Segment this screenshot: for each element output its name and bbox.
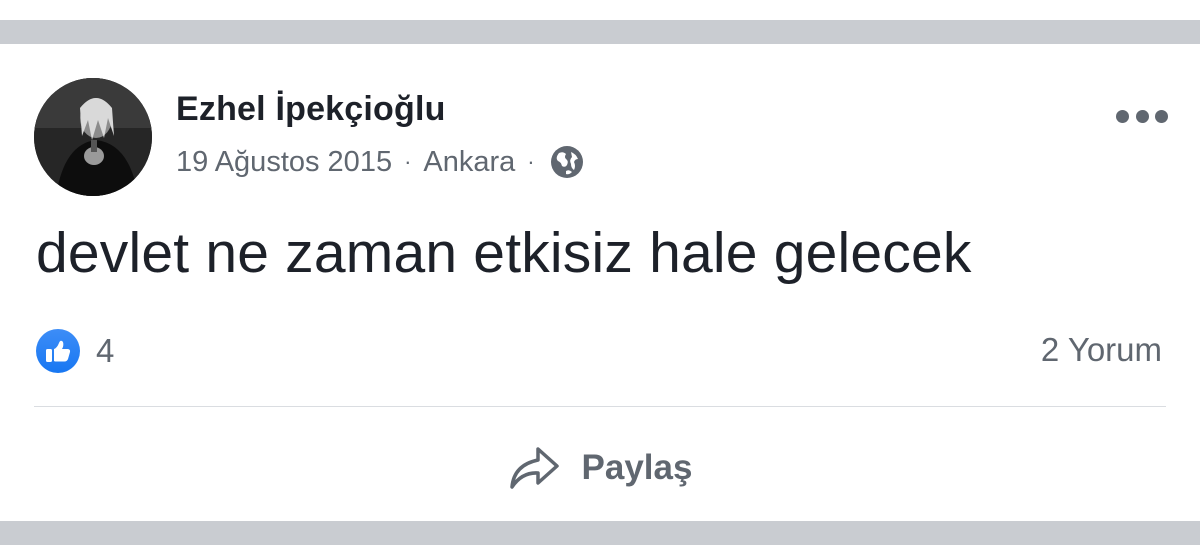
- share-button[interactable]: Paylaş: [0, 426, 1200, 510]
- avatar-photo: [34, 78, 152, 196]
- feed-separator-top: [0, 20, 1200, 44]
- reaction-count: 4: [96, 332, 115, 369]
- post-meta: 19 Ağustos 2015 · Ankara ·: [176, 144, 585, 180]
- divider: [34, 406, 1166, 407]
- share-label: Paylaş: [581, 448, 693, 487]
- globe-icon[interactable]: [549, 144, 585, 180]
- author-name[interactable]: Ezhel İpekçioğlu: [176, 90, 446, 129]
- reaction-summary[interactable]: 4: [36, 329, 114, 373]
- feed-separator-bottom: [0, 521, 1200, 545]
- more-options-icon[interactable]: [1116, 106, 1168, 126]
- post-card: Ezhel İpekçioğlu 19 Ağustos 2015 · Ankar…: [0, 44, 1200, 521]
- comment-count[interactable]: 2 Yorum: [1041, 331, 1162, 369]
- share-arrow-icon: [509, 447, 559, 489]
- meta-separator: ·: [404, 149, 412, 174]
- meta-separator: ·: [527, 149, 535, 174]
- post-text: devlet ne zaman etkisiz hale gelecek: [36, 221, 972, 285]
- avatar[interactable]: [34, 78, 152, 196]
- post-date[interactable]: 19 Ağustos 2015: [176, 146, 392, 179]
- post-location[interactable]: Ankara: [423, 146, 515, 179]
- like-icon: [36, 329, 80, 373]
